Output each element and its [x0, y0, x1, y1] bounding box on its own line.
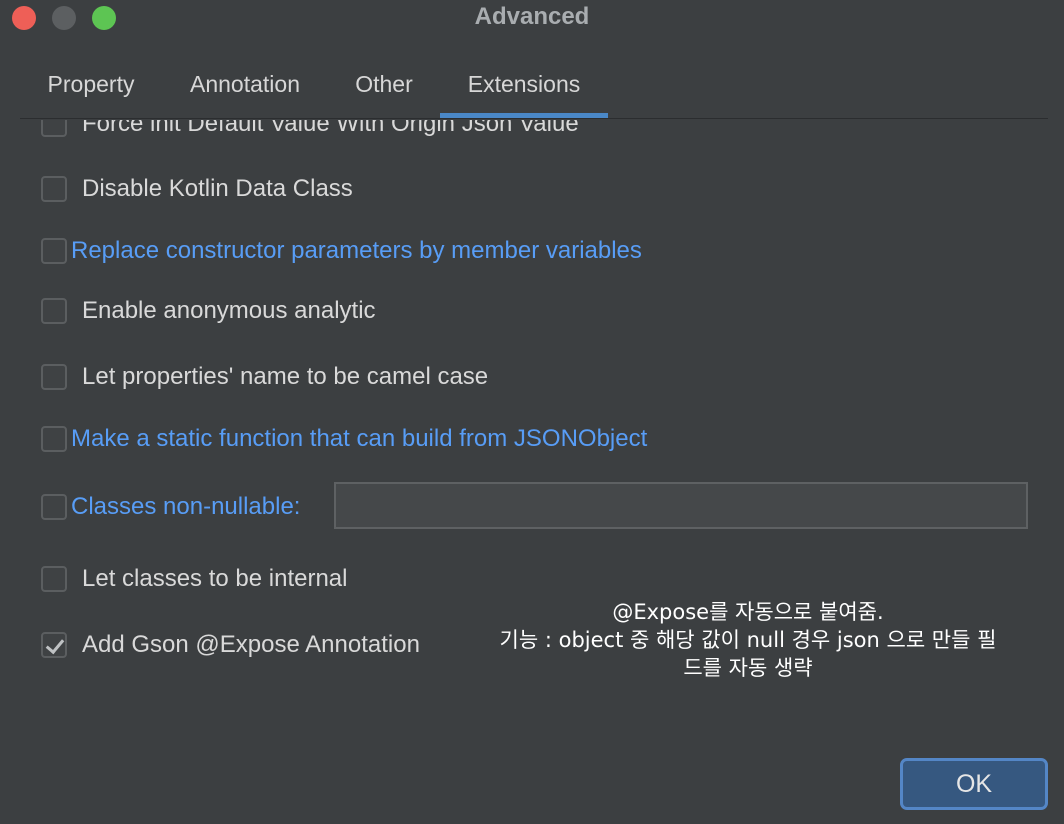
advanced-dialog: Advanced Property Annotation Other Exten… — [0, 0, 1064, 824]
option-internal-classes: Let classes to be internal — [41, 564, 348, 594]
window-title: Advanced — [474, 3, 590, 30]
title-bar: Advanced — [0, 0, 1064, 40]
option-force-init: Force init Default Value With Origin Jso… — [41, 120, 579, 139]
replace-constructor-label[interactable]: Replace constructor parameters by member… — [71, 237, 642, 265]
option-replace-constructor: Replace constructor parameters by member… — [41, 236, 642, 266]
extensions-panel: Force init Default Value With Origin Jso… — [0, 120, 1064, 690]
static-function-checkbox[interactable] — [41, 426, 67, 452]
note-line-3: 드를 자동 생략 — [683, 656, 813, 680]
internal-classes-checkbox[interactable] — [41, 566, 67, 592]
force-init-label: Force init Default Value With Origin Jso… — [82, 120, 579, 137]
internal-classes-label: Let classes to be internal — [82, 565, 348, 592]
note-line-1: @Expose를 자동으로 붙여줌. — [612, 600, 884, 624]
non-nullable-checkbox[interactable] — [41, 494, 67, 520]
disable-data-class-label: Disable Kotlin Data Class — [82, 175, 353, 202]
annotation-note: @Expose를 자동으로 붙여줌. 기능 : object 중 해당 값이 n… — [478, 598, 1018, 682]
gson-expose-checkbox[interactable] — [41, 632, 67, 658]
anonymous-analytic-checkbox[interactable] — [41, 298, 67, 324]
option-gson-expose: Add Gson @Expose Annotation — [41, 630, 420, 660]
tab-extensions[interactable]: Extensions — [440, 58, 608, 118]
disable-data-class-checkbox[interactable] — [41, 176, 67, 202]
option-anonymous-analytic: Enable anonymous analytic — [41, 296, 376, 326]
camel-case-checkbox[interactable] — [41, 364, 67, 390]
tab-bar: Property Annotation Other Extensions — [20, 58, 1048, 119]
gson-expose-label: Add Gson @Expose Annotation — [82, 631, 420, 658]
option-disable-data-class: Disable Kotlin Data Class — [41, 174, 353, 204]
anonymous-analytic-label: Enable anonymous analytic — [82, 297, 376, 324]
static-function-label[interactable]: Make a static function that can build fr… — [71, 425, 647, 453]
option-camel-case: Let properties' name to be camel case — [41, 362, 488, 392]
option-non-nullable: Classes non-nullable: — [41, 492, 300, 522]
tab-annotation[interactable]: Annotation — [170, 58, 320, 116]
non-nullable-classes-input[interactable] — [334, 482, 1028, 529]
tab-other[interactable]: Other — [330, 58, 438, 116]
non-nullable-label[interactable]: Classes non-nullable: — [71, 493, 300, 521]
note-line-2: 기능 : object 중 해당 값이 null 경우 json 으로 만들 필 — [499, 628, 997, 652]
tab-property[interactable]: Property — [20, 58, 162, 116]
replace-constructor-checkbox[interactable] — [41, 238, 67, 264]
camel-case-label: Let properties' name to be camel case — [82, 363, 489, 390]
ok-button[interactable]: OK — [900, 758, 1048, 810]
option-static-function: Make a static function that can build fr… — [41, 424, 647, 454]
force-init-checkbox[interactable] — [41, 120, 67, 137]
